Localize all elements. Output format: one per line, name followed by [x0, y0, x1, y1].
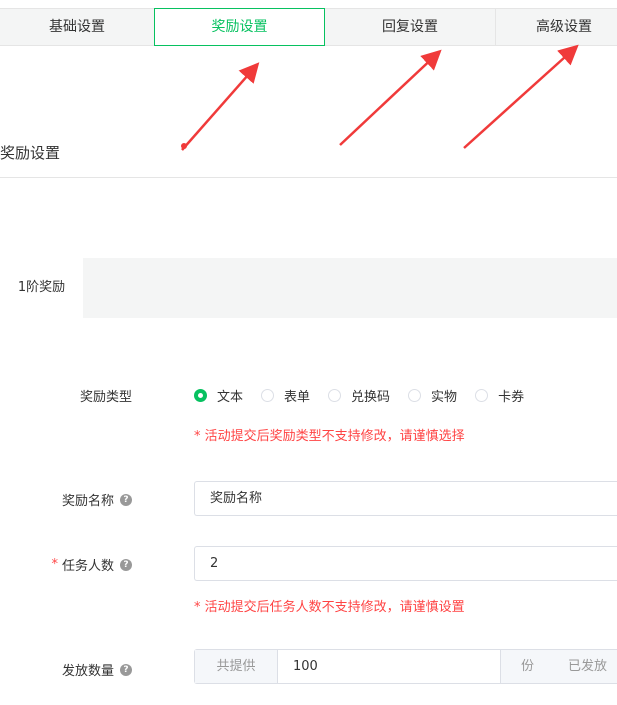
required-mark: * [51, 557, 58, 572]
radio-label: 表单 [284, 390, 311, 405]
radio-checked-icon [194, 389, 207, 402]
task-people-input[interactable]: 2 [194, 546, 617, 581]
section-title: 奖励设置 [0, 144, 61, 162]
quantity-prefix: 共提供 [195, 650, 278, 683]
divider [0, 177, 617, 178]
radio-text[interactable]: 文本 [194, 386, 243, 405]
arrow-icon [339, 49, 442, 146]
reward-name-input[interactable]: 奖励名称 [194, 481, 617, 516]
task-people-label-text: 任务人数 [61, 559, 114, 574]
radio-unchecked-icon [261, 389, 275, 402]
reward-name-label: 奖励名称? [62, 490, 132, 509]
quantity-suffix: 份 已发放 [500, 650, 617, 683]
tab-reward-settings[interactable]: 奖励设置 [154, 8, 325, 46]
arrow-icon [181, 62, 260, 151]
tab-advanced-settings[interactable]: 高级设置 [495, 9, 617, 45]
quantity-input[interactable]: 100 [278, 650, 500, 683]
radio-unchecked-icon [328, 389, 342, 402]
settings-tabs: 基础设置 奖励设置 回复设置 高级设置 [0, 8, 617, 46]
arrow-tail-icon [181, 143, 187, 149]
quantity-input-group: 共提供 100 份 已发放 [194, 649, 617, 684]
radio-physical[interactable]: 实物 [408, 386, 457, 405]
radio-label: 卡券 [498, 390, 525, 405]
help-icon[interactable]: ? [120, 663, 132, 676]
radio-coupon[interactable]: 卡券 [475, 386, 524, 405]
quantity-label: 发放数量? [62, 660, 132, 679]
reward-type-radio-group: 文本 表单 兑换码 实物 卡券 [194, 386, 524, 405]
reward-type-hint: * 活动提交后奖励类型不支持修改，请谨慎选择 [194, 429, 465, 444]
quantity-label-text: 发放数量 [61, 664, 114, 679]
help-icon[interactable]: ? [120, 493, 132, 506]
unit-label: 份 [521, 659, 535, 674]
issued-label: 已发放 [568, 659, 608, 674]
radio-unchecked-icon [408, 389, 422, 402]
task-people-label: * 任务人数? [51, 555, 132, 574]
radio-form[interactable]: 表单 [261, 386, 310, 405]
reward-type-label: 奖励类型 [80, 386, 132, 405]
radio-redeem-code[interactable]: 兑换码 [328, 386, 390, 405]
radio-label: 文本 [217, 390, 244, 405]
tab-reply-settings[interactable]: 回复设置 [325, 9, 495, 45]
radio-label: 实物 [431, 390, 458, 405]
reward-name-label-text: 奖励名称 [61, 494, 114, 509]
arrow-icon [463, 44, 579, 149]
radio-unchecked-icon [475, 389, 489, 402]
help-icon[interactable]: ? [120, 558, 132, 571]
radio-label: 兑换码 [351, 390, 391, 405]
tab-stage-1[interactable]: 1阶奖励 [0, 258, 83, 318]
reward-type-label-text: 奖励类型 [79, 390, 132, 405]
stage-tabs: 1阶奖励 [0, 258, 617, 318]
tab-basic-settings[interactable]: 基础设置 [0, 9, 154, 45]
task-people-hint: * 活动提交后任务人数不支持修改，请谨慎设置 [194, 600, 465, 615]
